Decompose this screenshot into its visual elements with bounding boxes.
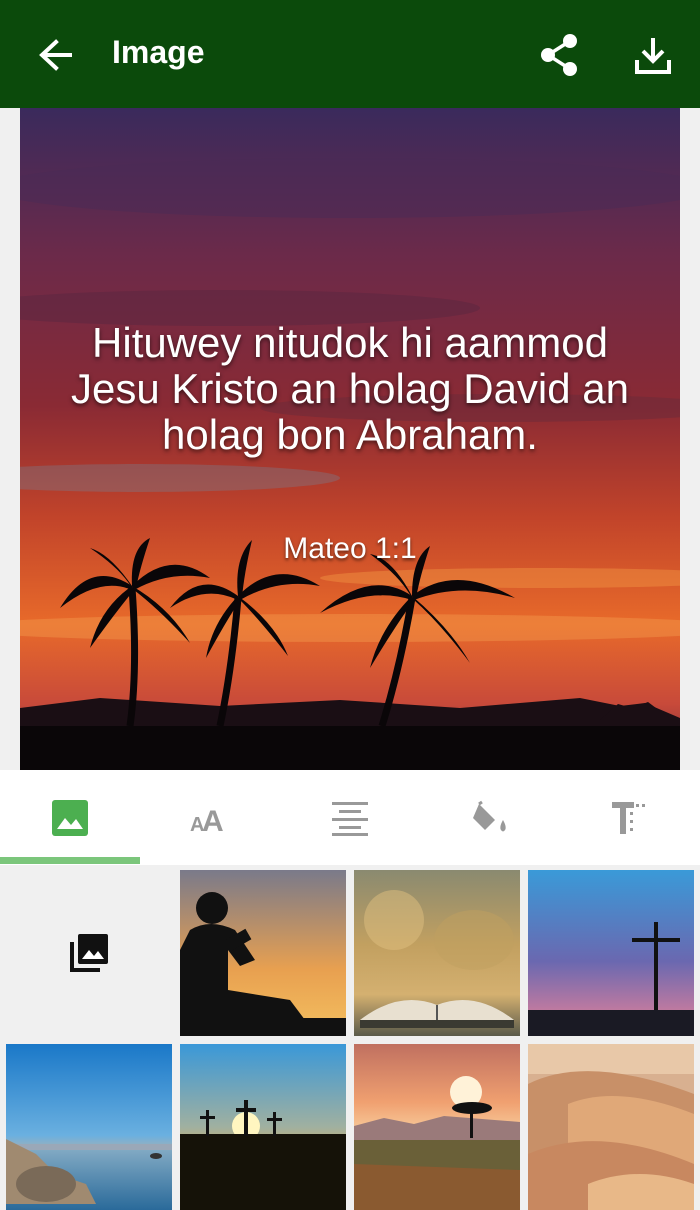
share-icon: [541, 34, 577, 76]
arrow-left-icon: [39, 39, 72, 71]
paint-bucket-icon: [473, 800, 506, 831]
thumbnail-sand-dunes[interactable]: [528, 1044, 694, 1210]
align-center-icon: [332, 801, 368, 836]
tab-color[interactable]: [420, 770, 560, 865]
download-button[interactable]: [628, 30, 678, 80]
pick-from-gallery-button[interactable]: [6, 870, 172, 1036]
back-button[interactable]: [30, 30, 80, 80]
thumbnail-cross-dusk[interactable]: [528, 870, 694, 1036]
font-size-icon: A A: [190, 805, 224, 836]
selected-tab-indicator: [0, 857, 140, 864]
thumbnail-three-crosses[interactable]: [180, 1044, 346, 1210]
app-bar: Image: [0, 0, 700, 108]
verse-text[interactable]: Hituwey nitudok hi aammod Jesu Kristo an…: [50, 320, 650, 458]
thumbnail-open-bible[interactable]: [354, 870, 520, 1036]
photo-library-icon: [70, 934, 108, 972]
tab-background-image[interactable]: [0, 770, 140, 865]
image-icon: [52, 799, 88, 836]
tab-alignment[interactable]: [280, 770, 420, 865]
verse-image-preview: Hituwey nitudok hi aammod Jesu Kristo an…: [20, 108, 680, 770]
page-title: Image: [112, 34, 205, 70]
verse-reference[interactable]: Mateo 1:1: [50, 532, 650, 566]
editor-tabs: A A: [0, 770, 700, 865]
tab-text-format[interactable]: [560, 770, 700, 865]
thumbnail-acacia-sunset[interactable]: [354, 1044, 520, 1210]
svg-text:A: A: [202, 805, 224, 836]
thumbnail-lake-rocks[interactable]: [6, 1044, 172, 1210]
tab-font[interactable]: A A: [140, 770, 280, 865]
text-format-icon: [612, 801, 645, 834]
thumbnail-child-reading[interactable]: [180, 870, 346, 1036]
download-icon: [635, 38, 671, 74]
share-button[interactable]: [536, 30, 584, 80]
